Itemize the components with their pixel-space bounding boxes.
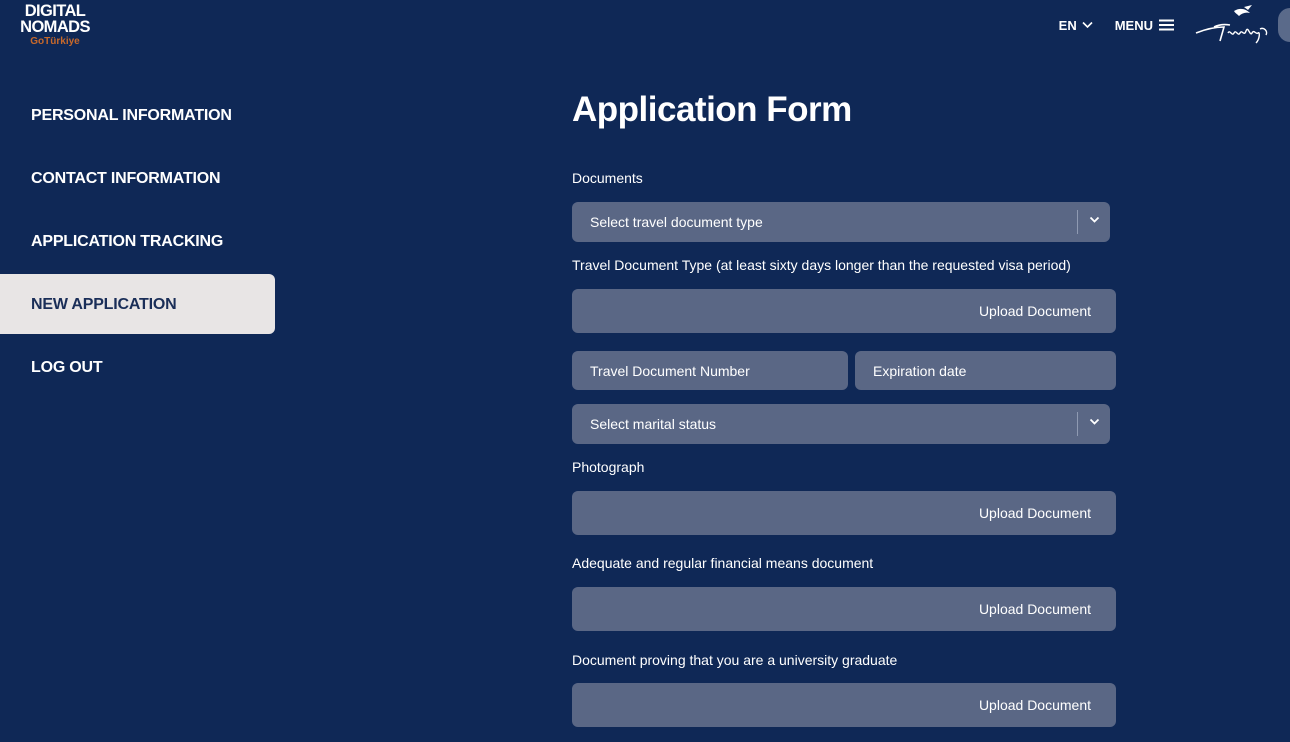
sidebar-nav: PERSONAL INFORMATION CONTACT INFORMATION… [0, 85, 275, 400]
expiration-date-input[interactable]: Expiration date [855, 351, 1116, 390]
sidebar-item-contact-information[interactable]: CONTACT INFORMATION [0, 148, 275, 208]
upload-document-label: Upload Document [978, 697, 1091, 713]
financial-means-label: Adequate and regular financial means doc… [572, 555, 874, 571]
upload-document-label: Upload Document [978, 303, 1091, 319]
language-selector[interactable]: EN [1059, 18, 1093, 33]
upload-document-label: Upload Document [978, 505, 1091, 521]
marital-status-select[interactable]: Select marital status [572, 404, 1110, 444]
select-divider [1077, 412, 1078, 436]
language-label: EN [1058, 17, 1077, 33]
sidebar-item-new-application[interactable]: NEW APPLICATION [0, 274, 275, 334]
university-graduate-label: Document proving that you are a universi… [572, 652, 898, 668]
chevron-down-icon [1089, 216, 1100, 223]
upload-document-label: Upload Document [978, 601, 1091, 617]
photograph-upload[interactable]: Upload Document [572, 491, 1116, 535]
documents-label: Documents [572, 170, 643, 186]
application-form: Application Form Documents Select travel… [572, 88, 1132, 727]
page-title: Application Form [572, 90, 852, 129]
profile-avatar[interactable] [1278, 8, 1290, 42]
travel-document-type-select[interactable]: Select travel document type [572, 202, 1110, 242]
site-logo[interactable]: DIGITAL NOMADS GoTürkiye [15, 3, 95, 48]
travel-document-type-placeholder: Select travel document type [590, 214, 763, 230]
hamburger-icon [1159, 19, 1174, 31]
turkiye-logo-icon[interactable] [1194, 3, 1272, 47]
logo-line-digital: DIGITAL [24, 2, 86, 20]
university-graduate-upload[interactable]: Upload Document [572, 683, 1116, 727]
logo-line-nomads: NOMADS [20, 18, 90, 36]
travel-document-number-input[interactable]: Travel Document Number [572, 351, 848, 390]
travel-document-label: Travel Document Type (at least sixty day… [572, 257, 1071, 273]
select-divider [1077, 210, 1078, 234]
expiration-date-placeholder: Expiration date [873, 362, 967, 379]
financial-means-upload[interactable]: Upload Document [572, 587, 1116, 631]
chevron-down-icon [1082, 21, 1093, 29]
marital-status-placeholder: Select marital status [590, 416, 717, 432]
sidebar-item-log-out[interactable]: LOG OUT [0, 337, 275, 397]
menu-label: MENU [1114, 17, 1153, 33]
photograph-label: Photograph [572, 459, 645, 475]
menu-button[interactable]: MENU [1115, 18, 1174, 33]
sidebar-item-personal-information[interactable]: PERSONAL INFORMATION [0, 85, 275, 145]
chevron-down-icon [1089, 418, 1100, 425]
sidebar-item-application-tracking[interactable]: APPLICATION TRACKING [0, 211, 275, 271]
travel-document-number-placeholder: Travel Document Number [590, 362, 750, 379]
logo-line-goturkiye: GoTürkiye [30, 36, 80, 47]
travel-document-upload[interactable]: Upload Document [572, 289, 1116, 333]
header-actions: EN MENU [1059, 0, 1290, 50]
